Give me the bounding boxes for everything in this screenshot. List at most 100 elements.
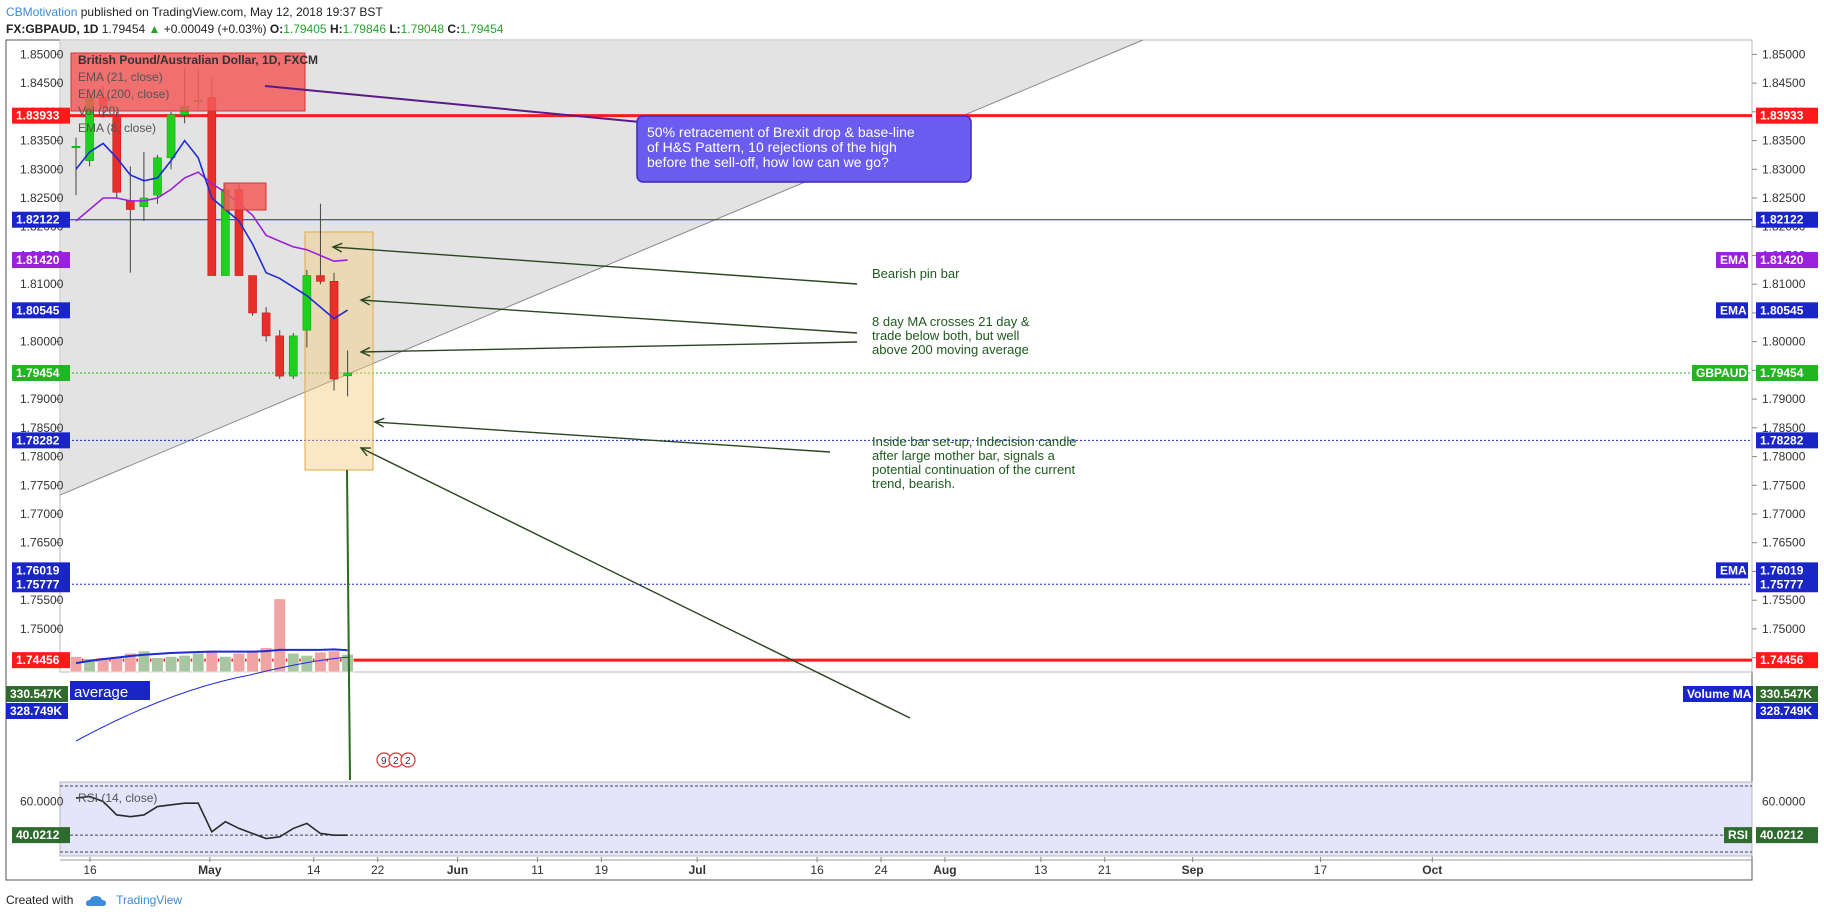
note-pin-bar: Bearish pin bar	[872, 266, 960, 281]
y-tick-label-right: 1.80000	[1762, 335, 1806, 349]
tradingview-brand[interactable]: TradingView	[116, 893, 182, 907]
y-tick-label-left: 1.83500	[20, 134, 64, 148]
y-tick-label-right: 1.76500	[1762, 536, 1806, 550]
y-tick-label-right: 1.77000	[1762, 507, 1806, 521]
rsi-pane	[59, 781, 1753, 857]
volume-bar	[205, 651, 218, 673]
y-tick-label-right: 1.85000	[1762, 47, 1806, 61]
y-tick-label-left: 1.84500	[20, 76, 64, 90]
right-price-tag: 1.79454	[1760, 366, 1804, 380]
left-price-tag: 1.81420	[16, 253, 60, 267]
volume-last-tag-left: 330.547K	[10, 687, 62, 701]
candle-body	[261, 312, 271, 337]
x-tick-label: Oct	[1422, 863, 1442, 877]
left-price-tag: 1.78282	[16, 433, 60, 447]
left-price-tag: 1.75777	[16, 577, 60, 591]
candle-body	[153, 157, 162, 196]
callout-text: of H&S Pattern, 10 rejections of the hig…	[647, 139, 897, 155]
note-inside-bar: Inside bar set-up, Indecision candle	[872, 434, 1077, 449]
x-tick-label: Jun	[447, 863, 468, 877]
y-tick-label-left: 1.77500	[20, 478, 64, 492]
candle-body	[343, 372, 352, 377]
rsi-tick-right: 60.0000	[1762, 794, 1806, 808]
x-tick-label: Sep	[1182, 863, 1204, 877]
event-marker-label: 2	[393, 756, 399, 767]
event-marker-label: 2	[405, 756, 411, 767]
right-price-tag: 1.80545	[1760, 303, 1804, 317]
y-tick-label-right: 1.81000	[1762, 277, 1806, 291]
candle-body	[166, 114, 176, 159]
price-chart[interactable]: 1.850001.850001.845001.845001.840001.840…	[0, 0, 1824, 917]
y-tick-label-right: 1.78000	[1762, 450, 1806, 464]
note-ma-cross: above 200 moving average	[872, 342, 1029, 357]
candle-body	[302, 275, 312, 331]
rsi-legend: RSI (14, close)	[78, 791, 157, 805]
y-tick-label-left: 1.85000	[20, 47, 64, 61]
right-series-tag: EMA	[1720, 563, 1747, 577]
candle-body	[316, 275, 325, 282]
y-tick-label-left: 1.78000	[20, 450, 64, 464]
x-tick-label: Aug	[933, 863, 956, 877]
y-tick-label-left: 1.83000	[20, 162, 64, 176]
rsi-value-tag-right: 40.0212	[1760, 828, 1804, 842]
y-tick-label-left: 1.80000	[20, 335, 64, 349]
legend-item: British Pound/Australian Dollar, 1D, FXC…	[78, 53, 318, 67]
y-tick-label-left: 1.81000	[20, 277, 64, 291]
candle-body	[329, 281, 339, 380]
x-tick-label: Jul	[689, 863, 706, 877]
right-price-tag: 1.81420	[1760, 253, 1804, 267]
legend-item: Vol (20)	[78, 104, 119, 118]
legend-item: EMA (21, close)	[78, 70, 163, 84]
volume-ma-series-tag: Volume MA	[1687, 687, 1752, 701]
supply-zone-box-small	[223, 182, 267, 211]
x-tick-label: 11	[531, 863, 544, 877]
x-tick-label: 16	[83, 863, 97, 877]
y-tick-label-right: 1.77500	[1762, 478, 1806, 492]
x-tick-label: 21	[1098, 863, 1112, 877]
volume-ma-tag-right: 328.749K	[1760, 704, 1812, 718]
volume-bar	[192, 652, 205, 673]
right-series-tag: EMA	[1720, 253, 1747, 267]
right-price-tag: 1.76019	[1760, 563, 1804, 577]
volume-bar	[327, 650, 341, 673]
candle-body	[139, 197, 149, 207]
volume-bar	[232, 652, 246, 673]
volume-bar	[287, 652, 300, 673]
tradingview-cloud-icon	[85, 895, 106, 906]
y-tick-label-left: 1.75500	[20, 593, 64, 607]
note-inside-bar: potential continuation of the current	[872, 462, 1075, 477]
note-inside-bar: after large mother bar, signals a	[872, 448, 1056, 463]
left-price-tag: 1.79454	[16, 366, 60, 380]
left-price-tag: 1.76019	[16, 563, 60, 577]
candle-body	[71, 145, 81, 149]
volume-bar	[273, 598, 286, 673]
right-series-tag: EMA	[1720, 303, 1747, 317]
volume-ma-tag-left: 328.749K	[10, 704, 62, 718]
volume-bar	[165, 656, 178, 673]
left-price-tag: 1.80545	[16, 303, 60, 317]
callout-text: 50% retracement of Brexit drop & base-li…	[647, 124, 915, 140]
volume-last-tag-right: 330.547K	[1760, 687, 1812, 701]
volume-bar	[246, 650, 259, 673]
y-tick-label-left: 1.82500	[20, 191, 64, 205]
y-tick-label-right: 1.79000	[1762, 392, 1806, 406]
candle-body	[248, 275, 257, 314]
right-price-tag: 1.74456	[1760, 653, 1804, 667]
legend-item: EMA (8, close)	[78, 121, 156, 135]
y-tick-label-right: 1.83500	[1762, 134, 1806, 148]
x-tick-label: 19	[595, 863, 609, 877]
y-tick-label-right: 1.83000	[1762, 162, 1806, 176]
legend-item: EMA (200, close)	[78, 87, 169, 101]
left-price-tag: 1.82122	[16, 213, 60, 227]
note-inside-bar: trend, bearish.	[872, 476, 955, 491]
candle-body	[275, 335, 285, 377]
x-tick-label: 14	[307, 863, 321, 877]
volume-bar	[69, 656, 83, 673]
candle-body	[288, 335, 298, 377]
candle-body	[207, 97, 217, 276]
right-price-tag: 1.82122	[1760, 213, 1804, 227]
right-price-tag: 1.78282	[1760, 433, 1804, 447]
note-ma-cross: trade below both, but well	[872, 328, 1020, 343]
y-tick-label-right: 1.75500	[1762, 593, 1806, 607]
x-tick-label: May	[198, 863, 222, 877]
